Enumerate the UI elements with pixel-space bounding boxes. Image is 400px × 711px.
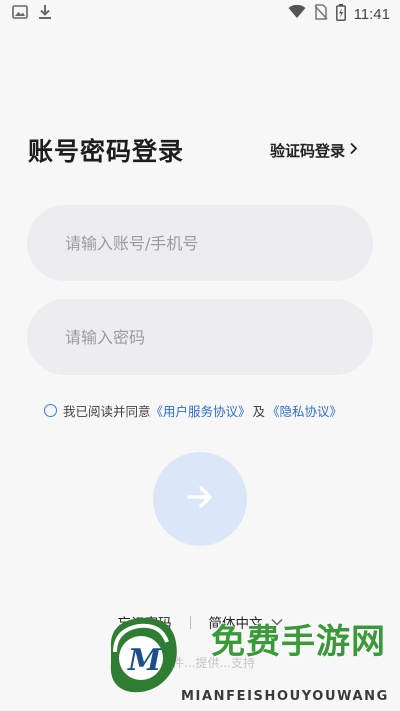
chevron-right-icon: [349, 141, 358, 159]
agreement-row: 我已阅读并同意 《用户服务协议》 及 《隐私协议》: [44, 400, 374, 420]
account-field[interactable]: [27, 205, 373, 281]
svg-text:M: M: [127, 643, 162, 678]
status-time: 11:41: [353, 5, 390, 23]
no-sim-icon: [314, 4, 328, 24]
watermark-title: 免费手游网: [211, 622, 386, 662]
agreement-prefix: 我已阅读并同意: [63, 403, 151, 419]
sms-login-label: 验证码登录: [269, 141, 345, 160]
login-submit-button[interactable]: [153, 452, 247, 546]
account-input[interactable]: [65, 233, 345, 253]
password-input[interactable]: [65, 327, 345, 347]
user-agreement-link[interactable]: 《用户服务协议》: [151, 401, 251, 420]
battery-charging-icon: [335, 3, 346, 25]
agreement-checkbox[interactable]: [44, 403, 57, 417]
status-bar-right: 11:41: [288, 3, 390, 25]
status-bar: 11:41: [0, 0, 400, 28]
watermark: M 免费手游网 MIANFEISHOUYOUWANG: [103, 612, 400, 711]
page-title: 账号密码登录: [28, 137, 185, 166]
password-field[interactable]: [27, 299, 373, 375]
download-icon: [38, 4, 52, 24]
header: 账号密码登录 验证码登录: [28, 132, 358, 168]
status-bar-left: [12, 4, 52, 24]
agreement-conjunction: 及: [252, 403, 266, 419]
image-icon: [12, 5, 28, 23]
watermark-logo: M: [103, 612, 181, 698]
arrow-right-icon: [184, 481, 216, 517]
privacy-policy-link[interactable]: 《隐私协议》: [267, 401, 342, 420]
sms-login-switch[interactable]: 验证码登录: [270, 140, 358, 161]
wifi-icon: [288, 4, 306, 23]
watermark-subtitle: MIANFEISHOUYOUWANG: [181, 689, 389, 704]
